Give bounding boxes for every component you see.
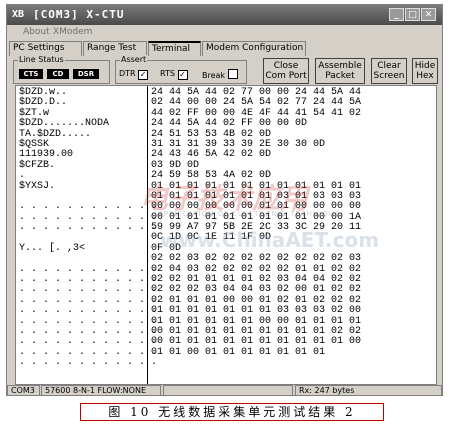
ascii-line: $CFZB.: [19, 159, 56, 171]
menu-about[interactable]: About: [23, 27, 50, 37]
tab-pc-settings[interactable]: PC Settings: [9, 41, 82, 56]
assemble-packet-button[interactable]: Assemble Packet: [315, 58, 365, 84]
tab-bar: PC Settings Range Test Terminal Modem Co…: [7, 41, 442, 57]
break-label: Break: [202, 71, 226, 80]
hex-line: 24 44 5A 44 02 FF 00 00 0D: [151, 118, 308, 130]
ascii-column: $DZD.w.. $DZD.D.. $ZT.w $DZD.......NODA TA.$…: [19, 87, 158, 369]
assemble-packet-label-2: Packet: [325, 71, 355, 81]
break-check-icon: [227, 69, 238, 79]
tab-modem-configuration[interactable]: Modem Configuration: [202, 41, 306, 56]
tab-range-test[interactable]: Range Test: [83, 41, 147, 56]
clear-screen-label-2: Screen: [373, 71, 405, 81]
status-rx: Rx: 247 bytes: [295, 385, 442, 396]
assert-title: Assert: [120, 55, 148, 64]
status-port: COM3: [7, 385, 40, 396]
maximize-icon[interactable]: □: [405, 8, 420, 21]
hide-hex-label-2: Hex: [416, 71, 434, 81]
assemble-packet-label-1: Assemble: [318, 61, 362, 71]
status-settings: 57600 8-N-1 FLOW:NONE: [41, 385, 161, 396]
close-com-port-button[interactable]: Close Com Port: [263, 58, 309, 84]
dsr-indicator: DSR: [73, 69, 99, 79]
title-bar[interactable]: XB [COM3] X-CTU _ □ ✕: [7, 5, 442, 25]
hide-hex-button[interactable]: Hide Hex: [412, 58, 438, 84]
figure-caption: 图 10 无线数据采集单元测试结果 2: [80, 403, 384, 421]
rts-check-icon: ✓: [177, 70, 188, 80]
tab-terminal[interactable]: Terminal: [148, 41, 201, 56]
line-status-title: Line Status: [18, 55, 65, 64]
hide-hex-label-1: Hide: [414, 61, 436, 71]
ascii-line: .: [19, 170, 26, 182]
rts-checkbox[interactable]: RTS ✓: [160, 69, 188, 80]
xctu-window: XB [COM3] X-CTU _ □ ✕ About XModem PC Se…: [6, 4, 443, 396]
app-icon: XB: [12, 9, 25, 20]
menu-xmodem[interactable]: XModem: [53, 27, 92, 37]
ascii-line: . . . . . . . . . . . .: [19, 357, 158, 369]
hex-line: 0C 1D 0C 1E 11 1F 0D: [151, 232, 272, 244]
window-title: [COM3] X-CTU: [33, 8, 125, 21]
clear-screen-label-1: Clear: [377, 61, 401, 71]
close-com-port-label-2: Com Port: [265, 71, 307, 81]
close-icon[interactable]: ✕: [421, 8, 436, 21]
menu-bar: About XModem: [7, 26, 442, 40]
minimize-icon[interactable]: _: [389, 8, 404, 21]
cd-indicator: CD: [47, 69, 69, 79]
close-com-port-label-1: Close: [273, 61, 299, 71]
ascii-line: . . . . . . . . . . . .: [19, 222, 158, 234]
assert-group: Assert DTR ✓ RTS ✓ Break: [115, 55, 247, 84]
break-checkbox[interactable]: Break: [202, 69, 238, 80]
dtr-check-icon: ✓: [138, 70, 149, 80]
status-blank: [163, 385, 293, 396]
cts-indicator: CTS: [19, 69, 43, 79]
line-status-group: Line Status CTS CD DSR: [13, 55, 110, 84]
hex-line: 01 01 00 01 01 01 01 01 01 01: [151, 346, 326, 358]
terminal-toolbar: Line Status CTS CD DSR Assert DTR ✓ RTS …: [11, 55, 440, 86]
ascii-line: $DZD.......NODA: [19, 118, 110, 130]
clear-screen-button[interactable]: Clear Screen: [371, 58, 407, 84]
column-divider: [147, 86, 148, 384]
terminal-output[interactable]: $DZD.w.. $DZD.D.. $ZT.w $DZD.......NODA TA.$…: [15, 85, 437, 385]
hex-line: 24 59 58 53 4A 02 0D: [151, 170, 272, 182]
status-bar: COM3 57600 8-N-1 FLOW:NONE Rx: 247 bytes: [7, 385, 442, 396]
dtr-checkbox[interactable]: DTR ✓: [119, 69, 149, 80]
rts-label: RTS: [160, 69, 175, 78]
ascii-line: $YXSJ.: [19, 180, 56, 192]
ascii-line: Y... [. ,3<: [19, 242, 86, 254]
dtr-label: DTR: [119, 69, 136, 78]
hex-column: 24 44 5A 44 02 77 00 00 24 44 5A 44 02 44…: [151, 87, 361, 358]
